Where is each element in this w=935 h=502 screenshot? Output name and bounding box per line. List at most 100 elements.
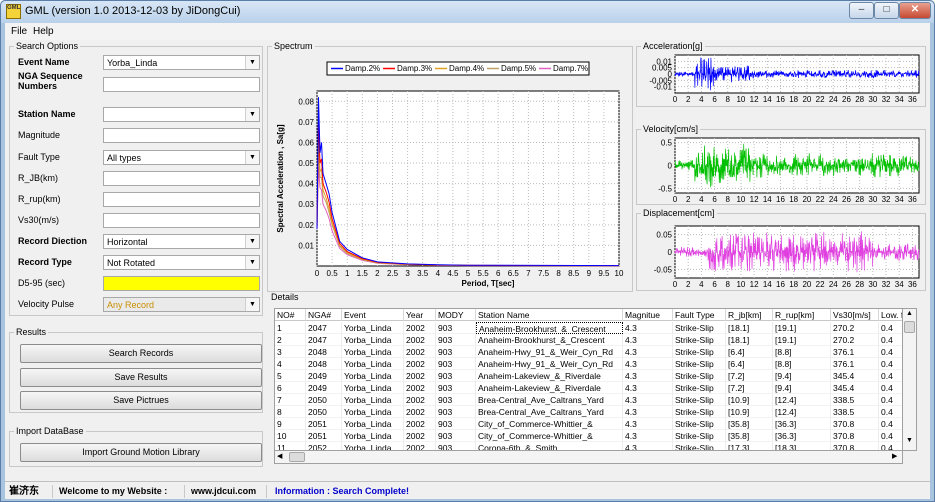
save-results-button[interactable]: Save Results [20,368,262,387]
table-cell: Strike-Slip [673,418,726,430]
scroll-down-icon[interactable]: ▼ [904,437,915,447]
table-row[interactable]: 10 2051 Yorba_Linda 2002 903 City_of_Commerce… [275,430,902,442]
table-cell: 11 [275,442,306,450]
velocity-title: Velocity[cm/s] [641,124,701,134]
velocity-chart: 0 2 4 6 8 10 12 14 16 18 20 22 24 26 28 30 32 34 360.50-0.… [658,137,920,204]
table-cell: 903 [436,394,476,406]
field-dropdown-8[interactable]: Horizontal ▼ [103,234,260,249]
table-cell: 4 [275,358,306,370]
y-tick-label: 0.08 [298,97,314,106]
chevron-down-icon[interactable]: ▼ [245,256,259,269]
column-header[interactable]: Year [404,309,436,321]
menu-bar: File Help [5,23,930,40]
close-button[interactable]: ✕ [899,2,931,19]
table-row[interactable]: 5 2049 Yorba_Linda 2002 903 Anaheim-Lakeview_… [275,370,902,382]
table-row[interactable]: 1 2047 Yorba_Linda 2002 903 Anaheim-Brookhurs… [275,322,902,334]
table-cell: 0.4 [879,382,902,394]
table-cell: Strike-Slip [673,382,726,394]
column-header[interactable]: Vs30[m/s] [831,309,879,321]
menu-file[interactable]: File [11,26,27,37]
minimize-button[interactable]: – [849,2,874,19]
scroll-left-icon[interactable]: ◀ [277,452,287,462]
table-row[interactable]: 4 2048 Yorba_Linda 2002 903 Anaheim-Hwy_91_&_… [275,358,902,370]
table-cell: 6 [275,382,306,394]
column-header[interactable]: Station Name [476,309,623,321]
title-bar[interactable]: GML GML (version 1.0 2013-12-03 by JiDon… [1,1,934,23]
menu-help[interactable]: Help [33,26,54,37]
field-input-3[interactable] [103,128,260,143]
field-input-1[interactable] [103,77,260,92]
table-vertical-scrollbar[interactable]: ▲ ▼ [903,308,917,451]
x-tick-label: 20 [802,95,811,104]
table-row[interactable]: 9 2051 Yorba_Linda 2002 903 City_of_Commerce-… [275,418,902,430]
table-cell: [36.3] [773,418,831,430]
field-label-1: NGA Sequence Numbers [18,71,83,91]
chevron-down-icon[interactable]: ▼ [245,108,259,121]
table-cell: 9 [275,418,306,430]
column-header[interactable]: MODY [436,309,476,321]
table-cell: City_of_Commerce-Whittier_& [476,430,623,442]
field-input-10[interactable] [103,276,260,291]
website-link[interactable]: www.jdcui.com [187,485,267,498]
x-tick-label: 1.5 [357,269,369,278]
x-tick-label: 2 [375,269,380,278]
chevron-down-icon[interactable]: ▼ [245,235,259,248]
field-input-7[interactable] [103,213,260,228]
field-value-9: Not Rotated [107,258,156,268]
x-tick-label: 26 [842,195,851,204]
app-icon: GML [6,4,21,19]
table-cell: 0.4 [879,322,902,334]
table-cell: [8.8] [773,358,831,370]
table-row[interactable]: 8 2050 Yorba_Linda 2002 903 Brea-Central_Ave_… [275,406,902,418]
vscroll-thumb[interactable] [904,321,915,333]
table-cell: 4.3 [623,346,673,358]
field-dropdown-2[interactable]: ▼ [103,107,260,122]
field-dropdown-9[interactable]: Not Rotated ▼ [103,255,260,270]
field-input-6[interactable] [103,192,260,207]
table-cell: 370.8 [831,430,879,442]
scroll-up-icon[interactable]: ▲ [904,310,915,320]
column-header[interactable]: NGA# [306,309,342,321]
hscroll-thumb[interactable] [289,452,305,462]
column-header[interactable]: Low. fre [879,309,902,321]
table-row[interactable]: 2 2047 Yorba_Linda 2002 903 Anaheim-Brookhurs… [275,334,902,346]
table-cell: [17.3] [726,442,773,450]
table-row[interactable]: 3 2048 Yorba_Linda 2002 903 Anaheim-Hwy_91_&_… [275,346,902,358]
details-table: NO# NGA# Event Year MODY Station Name Magnitue… [274,308,903,451]
table-cell: 2002 [404,322,436,334]
table-horizontal-scrollbar[interactable]: ◀ ▶ [274,451,903,464]
x-tick-label: 8 [556,269,561,278]
table-cell: 7 [275,394,306,406]
x-tick-label: 16 [776,95,785,104]
search-records-button[interactable]: Search Records [20,344,262,363]
import-library-button[interactable]: Import Ground Motion Library [20,443,262,462]
maximize-button[interactable]: □ [874,2,899,19]
x-tick-label: 22 [816,280,825,289]
x-tick-label: 1 [345,269,350,278]
chevron-down-icon[interactable]: ▼ [245,151,259,164]
column-header[interactable]: Magnitue [623,309,673,321]
field-input-5[interactable] [103,171,260,186]
table-cell: 2051 [306,418,342,430]
chevron-down-icon[interactable]: ▼ [245,56,259,69]
x-tick-label: 20 [802,280,811,289]
table-row[interactable]: 7 2050 Yorba_Linda 2002 903 Brea-Central_Ave_… [275,394,902,406]
table-cell: 4.3 [623,406,673,418]
field-dropdown-11[interactable]: Any Record ▼ [103,297,260,312]
table-row[interactable]: 6 2049 Yorba_Linda 2002 903 Anaheim-Lakeview_… [275,382,902,394]
column-header[interactable]: Event [342,309,404,321]
x-tick-label: 6 [496,269,501,278]
save-pictures-button[interactable]: Save Pictrues [20,391,262,410]
table-cell: 903 [436,358,476,370]
field-dropdown-4[interactable]: All types ▼ [103,150,260,165]
table-row[interactable]: 11 2052 Yorba_Linda 2002 903 Corona-6th_&_Smi… [275,442,902,450]
column-header[interactable]: R_rup[km] [773,309,831,321]
column-header[interactable]: R_jb[km] [726,309,773,321]
column-header[interactable]: Fault Type [673,309,726,321]
import-database-title: Import DataBase [14,426,86,436]
chevron-down-icon[interactable]: ▼ [245,298,259,311]
field-dropdown-0[interactable]: Yorba_Linda ▼ [103,55,260,70]
scroll-right-icon[interactable]: ▶ [892,452,902,462]
information-status: Information : Search Complete! [275,486,410,496]
column-header[interactable]: NO# [275,309,306,321]
